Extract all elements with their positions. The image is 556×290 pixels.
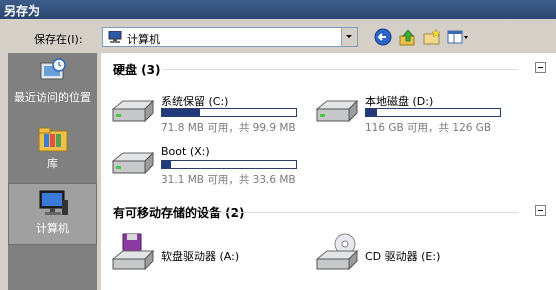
drive-name: CD 驱动器 (E:) (365, 250, 441, 263)
save-in-combo[interactable]: 计算机 (102, 27, 358, 47)
place-recent-label: 最近访问的位置 (14, 91, 91, 104)
drive-name: 本地磁盘 (D:) (365, 95, 434, 108)
drive-size: 116 GB 可用，共 126 GB (365, 122, 492, 134)
window-title: 另存为 (4, 4, 41, 18)
computer-icon (39, 190, 68, 215)
title-bar[interactable]: 另存为 (0, 0, 556, 19)
up-folder-icon[interactable] (398, 28, 418, 46)
drive-name: Boot (X:) (161, 145, 210, 158)
place-libraries-label: 库 (47, 157, 58, 170)
drive-a[interactable]: 软盘驱动器 (A:) (109, 233, 299, 277)
file-list: 硬盘 (3) 系统保留 (C:) 71.8 MB 可用，共 99.9 MB 本地… (101, 53, 556, 290)
views-menu-icon[interactable] (446, 28, 470, 46)
place-libraries[interactable]: 库 (8, 121, 97, 175)
hard-drive-icon (111, 99, 155, 123)
capacity-bar-fill (162, 109, 200, 116)
drive-name: 系统保留 (C:) (161, 95, 229, 108)
capacity-bar (365, 108, 501, 117)
save-in-value: 计算机 (127, 33, 160, 46)
hard-drive-icon (315, 99, 359, 123)
group-hard-disks-header: 硬盘 (3) (113, 63, 161, 77)
chevron-down-icon (346, 35, 352, 38)
drive-e[interactable]: CD 驱动器 (E:) (313, 233, 503, 277)
drive-x[interactable]: Boot (X:) 31.1 MB 可用，共 33.6 MB (109, 145, 309, 187)
group-divider (163, 69, 518, 70)
new-folder-icon[interactable] (422, 28, 442, 46)
cd-drive-icon (315, 233, 359, 271)
libraries-icon (38, 127, 67, 152)
capacity-bar-fill (162, 161, 172, 168)
capacity-bar (161, 160, 297, 169)
group-removable-collapse-icon[interactable] (535, 205, 546, 216)
recent-places-icon (40, 58, 66, 80)
combo-dropdown-button[interactable] (341, 28, 357, 46)
save-in-label: 保存在(I): (34, 33, 83, 46)
place-computer-label: 计算机 (36, 222, 69, 235)
drive-d[interactable]: 本地磁盘 (D:) 116 GB 可用，共 126 GB (313, 93, 513, 135)
drive-size: 71.8 MB 可用，共 99.9 MB (161, 122, 296, 134)
place-recent[interactable]: 最近访问的位置 (8, 55, 97, 119)
drive-size: 31.1 MB 可用，共 33.6 MB (161, 174, 296, 186)
place-computer[interactable]: 计算机 (8, 183, 97, 245)
group-hard-disks-collapse-icon[interactable] (535, 62, 546, 73)
group-divider (209, 212, 518, 213)
hard-drive-icon (111, 151, 155, 175)
capacity-bar (161, 108, 297, 117)
floppy-drive-icon (111, 233, 155, 271)
places-bar: 最近访问的位置 库 计算机 (8, 53, 97, 290)
back-arrow-icon[interactable] (374, 28, 394, 46)
capacity-bar-fill (366, 109, 377, 116)
computer-small-icon (108, 31, 122, 43)
drive-name: 软盘驱动器 (A:) (161, 250, 240, 263)
drive-c[interactable]: 系统保留 (C:) 71.8 MB 可用，共 99.9 MB (109, 93, 309, 135)
